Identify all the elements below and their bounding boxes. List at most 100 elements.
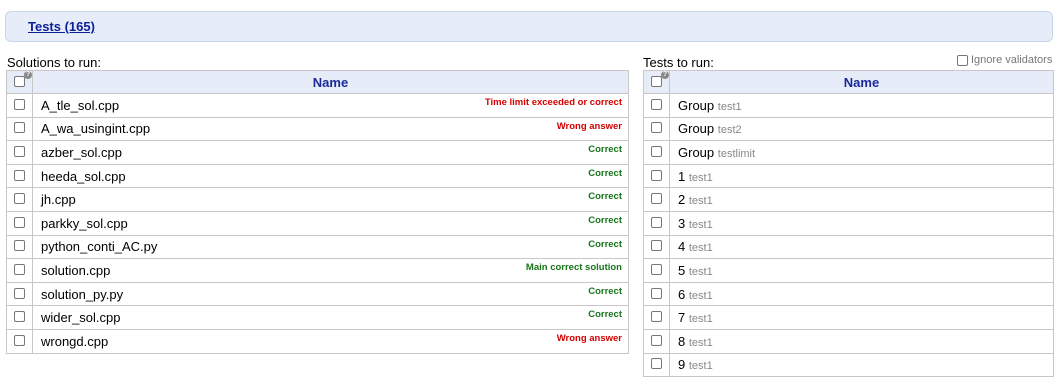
- help-icon[interactable]: ?: [24, 70, 32, 79]
- test-name-cell: 4 test1: [669, 234, 1054, 260]
- solutions-name-header[interactable]: Name: [32, 70, 629, 94]
- solution-verdict: Wrong answer: [556, 120, 622, 132]
- solution-row: wider_sol.cpp Correct: [6, 305, 629, 330]
- test-checkbox[interactable]: [651, 287, 662, 299]
- test-name-cell: 6 test1: [669, 281, 1054, 307]
- test-group: test1: [688, 360, 713, 373]
- tests-name-header[interactable]: Name: [669, 70, 1054, 94]
- solution-name-cell: solution.cpp Main correct solution: [32, 258, 629, 283]
- test-checkbox[interactable]: [651, 358, 662, 370]
- solution-checkbox-cell: [6, 140, 33, 165]
- solution-name: azber_sol.cpp: [41, 144, 122, 160]
- test-checkbox-cell: [643, 305, 670, 330]
- solution-name: jh.cpp: [41, 192, 76, 208]
- ignore-validators-checkbox[interactable]: [957, 54, 968, 66]
- test-row: Group testlimit: [643, 140, 1054, 165]
- test-checkbox[interactable]: [651, 98, 662, 110]
- test-checkbox-cell: [643, 258, 670, 283]
- solution-checkbox-cell: [6, 93, 33, 118]
- test-row: 4 test1: [643, 234, 1054, 260]
- ignore-validators-label: Ignore validators: [971, 54, 1053, 66]
- solutions-select-all-checkbox[interactable]: [14, 75, 25, 87]
- test-label: 1: [678, 168, 686, 184]
- solution-checkbox[interactable]: [14, 287, 25, 299]
- solution-row: solution_py.py Correct: [6, 281, 629, 307]
- test-row: 9 test1: [643, 352, 1054, 377]
- test-checkbox[interactable]: [651, 334, 662, 346]
- ignore-validators-option[interactable]: Ignore validators: [957, 54, 1052, 66]
- test-label: 4: [678, 239, 686, 255]
- solution-row: azber_sol.cpp Correct: [6, 140, 629, 165]
- solution-name-cell: python_conti_AC.py Correct: [32, 234, 629, 260]
- solution-checkbox[interactable]: [14, 122, 25, 134]
- solution-row: wrongd.cpp Wrong answer: [6, 328, 629, 354]
- solutions-table: ? Name A_tle_sol.cpp Time limit exceeded …: [6, 70, 629, 354]
- test-checkbox[interactable]: [651, 145, 662, 157]
- test-checkbox-cell: [643, 140, 670, 165]
- solution-checkbox[interactable]: [14, 216, 25, 228]
- test-checkbox-cell: [643, 281, 670, 307]
- test-checkbox[interactable]: [651, 263, 662, 275]
- solution-name: A_tle_sol.cpp: [41, 97, 120, 113]
- solution-name-cell: A_tle_sol.cpp Time limit exceeded or corr…: [32, 93, 629, 118]
- test-checkbox[interactable]: [651, 122, 662, 134]
- solution-checkbox[interactable]: [14, 98, 25, 110]
- solution-verdict: Time limit exceeded or correct: [484, 97, 622, 108]
- solution-checkbox[interactable]: [14, 240, 25, 252]
- solution-checkbox[interactable]: [14, 193, 25, 205]
- tests-header-bar: Tests (165): [5, 11, 1053, 42]
- solution-checkbox-cell: [6, 210, 33, 236]
- solution-name: python_conti_AC.py: [41, 239, 158, 255]
- test-checkbox[interactable]: [651, 169, 662, 181]
- solution-checkbox-cell: [6, 305, 33, 330]
- test-group: test1: [688, 265, 713, 278]
- solution-checkbox[interactable]: [14, 334, 25, 346]
- test-group: test1: [688, 171, 713, 184]
- solution-row: heeda_sol.cpp Correct: [6, 163, 629, 189]
- solution-row: A_tle_sol.cpp Time limit exceeded or corr…: [6, 93, 629, 118]
- test-label: Group: [678, 144, 715, 160]
- solution-checkbox[interactable]: [14, 145, 25, 157]
- solution-checkbox[interactable]: [14, 311, 25, 323]
- test-name-cell: 7 test1: [669, 305, 1054, 330]
- test-checkbox[interactable]: [651, 193, 662, 205]
- test-row: 2 test1: [643, 187, 1054, 212]
- test-checkbox[interactable]: [651, 311, 662, 323]
- solution-checkbox[interactable]: [14, 263, 25, 275]
- solution-verdict: Correct: [588, 309, 622, 321]
- test-group: test1: [688, 242, 713, 255]
- test-name-cell: 3 test1: [669, 210, 1054, 236]
- solution-checkbox-cell: [6, 234, 33, 260]
- test-checkbox[interactable]: [651, 216, 662, 228]
- test-label: Group: [678, 121, 715, 137]
- solutions-select-all[interactable]: ?: [14, 70, 32, 90]
- test-group: test2: [717, 124, 742, 137]
- tests-select-all[interactable]: ?: [651, 70, 669, 90]
- solution-row: parkky_sol.cpp Correct: [6, 210, 629, 236]
- test-checkbox[interactable]: [651, 240, 662, 252]
- test-name-cell: 9 test1: [669, 352, 1054, 377]
- solution-name: heeda_sol.cpp: [41, 168, 126, 184]
- test-row: 1 test1: [643, 163, 1054, 189]
- test-checkbox-cell: [643, 328, 670, 354]
- solution-name: A_wa_usingint.cpp: [41, 121, 151, 137]
- test-label: 6: [678, 286, 686, 302]
- test-name-cell: 8 test1: [669, 328, 1054, 354]
- solution-name-cell: A_wa_usingint.cpp Wrong answer: [32, 116, 629, 142]
- test-group: test1: [717, 100, 742, 113]
- test-group: testlimit: [717, 147, 756, 160]
- help-icon[interactable]: ?: [661, 70, 669, 79]
- solution-name: parkky_sol.cpp: [41, 215, 128, 231]
- test-name-cell: 1 test1: [669, 163, 1054, 189]
- solution-verdict: Correct: [588, 167, 622, 179]
- solution-name-cell: jh.cpp Correct: [32, 187, 629, 212]
- solution-checkbox[interactable]: [14, 169, 25, 181]
- solution-checkbox-cell: [6, 187, 33, 212]
- test-group: test1: [688, 313, 713, 326]
- test-checkbox-cell: [643, 93, 670, 118]
- tests-select-all-cell: ?: [643, 70, 670, 94]
- tests-count-link[interactable]: Tests (165): [28, 19, 95, 34]
- solution-row: jh.cpp Correct: [6, 187, 629, 212]
- test-row: Group test2: [643, 116, 1054, 142]
- tests-select-all-checkbox[interactable]: [651, 75, 662, 87]
